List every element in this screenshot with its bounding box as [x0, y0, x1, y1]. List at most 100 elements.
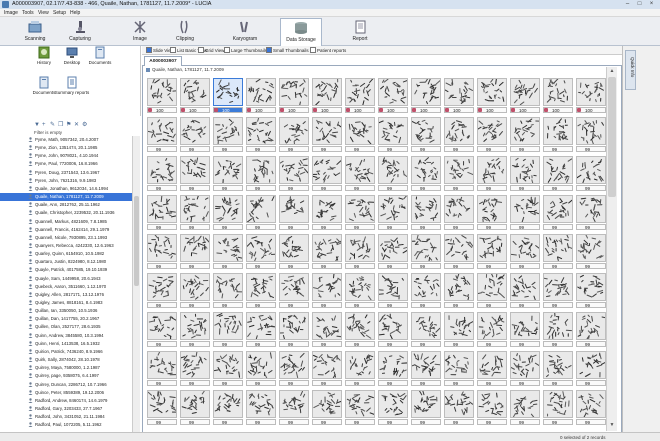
- checkbox[interactable]: [170, 47, 176, 53]
- filter-edit-icon[interactable]: ✎: [50, 122, 56, 128]
- tab-clipping[interactable]: Clipping: [165, 18, 205, 44]
- patient-row[interactable]: Radford, Gary, 3203433, 27.7.1967: [0, 405, 132, 413]
- menu-setup[interactable]: Setup: [53, 10, 66, 16]
- person-icon: [28, 235, 33, 240]
- scroll-up-icon[interactable]: ▲: [608, 68, 616, 74]
- metaphase-thumbnail: [180, 156, 210, 184]
- patient-row[interactable]: Pyme, Zion, 1351474, 20.1.1985: [0, 144, 132, 152]
- scroll-down-icon[interactable]: ▼: [608, 422, 616, 428]
- scroll-thumb[interactable]: [134, 196, 139, 286]
- menu-view[interactable]: View: [38, 10, 49, 16]
- patient-row[interactable]: Quaile, Ann, 2812762, 25.11.1962: [0, 201, 132, 209]
- patient-row[interactable]: Radford, Andrew, 8460174, 14.6.1979: [0, 397, 132, 405]
- patient-reports-option[interactable]: Patient reports: [310, 47, 346, 53]
- patient-row[interactable]: Quigley, Allen, 2817171, 13.12.1976: [0, 291, 132, 299]
- chromosome-spread: [280, 274, 308, 300]
- large-thumbnails-option[interactable]: Large Thumbnails: [224, 47, 267, 53]
- flag-icon: [247, 108, 251, 112]
- metaphase-thumbnail: [477, 351, 507, 379]
- patient-row[interactable]: Quillan, Dan, 1417755, 20.2.1967: [0, 315, 132, 323]
- checkbox[interactable]: [266, 47, 272, 53]
- patient-row[interactable]: Quaile, Jonathan, 9612034, 14.6.1994: [0, 185, 132, 193]
- case-tab[interactable]: A000003907: [144, 56, 182, 66]
- menu-tools[interactable]: Tools: [22, 10, 34, 16]
- patient-row[interactable]: Quirion, Patrick, 7436240, 8.9.1966: [0, 348, 132, 356]
- filter-clear-icon[interactable]: ✕: [74, 122, 80, 128]
- grid-scrollbar[interactable]: ▲ ▼: [606, 67, 617, 431]
- tab-report[interactable]: Report: [340, 18, 380, 44]
- minimize-icon[interactable]: –: [623, 1, 632, 8]
- checkbox[interactable]: [224, 47, 230, 53]
- patient-row[interactable]: Quince, Peter, 8559389, 19.12.2006: [0, 389, 132, 397]
- scroll-thumb[interactable]: [608, 77, 616, 197]
- quick-info-tab[interactable]: Quick Info: [625, 50, 636, 90]
- metaphase-thumbnail: [246, 351, 276, 379]
- filter-settings-icon[interactable]: ⚙: [82, 122, 88, 128]
- patient-row[interactable]: Quirrey, page, 9358075, 6.4.1997: [0, 372, 132, 380]
- patient-row[interactable]: Quirrey, Duncan, 2286712, 10.7.1966: [0, 381, 132, 389]
- patient-row[interactable]: Pyren, John, 7621316, 9.9.1983: [0, 177, 132, 185]
- patient-row[interactable]: Pyme, John, 9078021, 4.10.1944: [0, 152, 132, 160]
- patient-list[interactable]: Pyme, Math, 9057342, 20.4.2007Pyme, Zion…: [0, 136, 132, 432]
- option-label: Grid View: [205, 48, 224, 53]
- tab-image[interactable]: Image: [120, 18, 160, 44]
- metaphase-thumbnail: [345, 117, 375, 145]
- patient-row[interactable]: Quillan, Ian, 3350050, 10.5.1936: [0, 307, 132, 315]
- summary-reports-button[interactable]: Summary reports: [56, 76, 88, 102]
- thumbnail-score: 99: [345, 419, 375, 425]
- chromosome-spread: [445, 157, 473, 183]
- documents-button[interactable]: Documents: [84, 46, 116, 72]
- filter-tag-icon[interactable]: ⚑: [66, 122, 72, 128]
- patient-row[interactable]: Quirrey, Maya, 7580000, 1.2.1987: [0, 364, 132, 372]
- patient-row[interactable]: Quebeck, Aaron, 3511660, 1.12.1970: [0, 283, 132, 291]
- patient-row[interactable]: Quillen, Olan, 2527177, 28.6.1935: [0, 323, 132, 331]
- metaphase-thumbnail: [147, 78, 177, 106]
- quick-info-panel: Quick Info: [622, 46, 660, 432]
- person-icon: [28, 170, 33, 175]
- menu-help[interactable]: Help: [70, 10, 80, 16]
- patient-row[interactable]: Quannell, Nicole, 7930895, 23.1.1993: [0, 234, 132, 242]
- patient-row[interactable]: Quinn, Andrew, 3845580, 10.3.1994: [0, 332, 132, 340]
- checkbox[interactable]: [146, 47, 152, 53]
- patient-row[interactable]: Quinn, Henri, 1413538, 16.5.1932: [0, 340, 132, 348]
- thumbnail-score: 99: [543, 302, 573, 308]
- filter-icon[interactable]: ▼: [34, 122, 40, 128]
- patient-row[interactable]: Quaile, Nathan, 1781127, 11.7.2009: [0, 193, 132, 201]
- maximize-icon[interactable]: □: [635, 1, 644, 8]
- patient-row[interactable]: Quannell, Markus, 4821609, 7.8.1985: [0, 218, 132, 226]
- chromosome-spread: [445, 391, 473, 417]
- filter-copy-icon[interactable]: ❐: [58, 122, 64, 128]
- patient-row[interactable]: Quaile, Christopher, 2239532, 20.11.1936: [0, 209, 132, 217]
- close-icon[interactable]: ×: [647, 1, 656, 8]
- patient-row[interactable]: Quanyers, Rebecca, 4242330, 12.6.1963: [0, 242, 132, 250]
- checkbox[interactable]: [310, 47, 316, 53]
- filter-add-icon[interactable]: +: [42, 122, 48, 128]
- patient-row[interactable]: Pyme, Paul, 7720006, 16.8.1966: [0, 160, 132, 168]
- flag-icon: [280, 108, 284, 112]
- tab-karyogram[interactable]: Karyogram: [225, 18, 265, 44]
- tab-scanning[interactable]: Scanning: [15, 18, 55, 44]
- patient-name: Quirrey, Maya, 7580000, 1.2.1987: [35, 365, 100, 370]
- menu-image[interactable]: Image: [4, 10, 18, 16]
- thumbnail-score: 99: [510, 302, 540, 308]
- patient-row[interactable]: Pyme, Math, 9057342, 20.4.2007: [0, 136, 132, 144]
- chromosome-spread: [445, 352, 473, 378]
- patient-row[interactable]: Quayle, Sam, 1449958, 20.6.1943: [0, 275, 132, 283]
- patient-row[interactable]: Quarley, Quinn, 6154910, 10.5.1982: [0, 250, 132, 258]
- patient-row[interactable]: Quartaro, Justin, 8224980, 8.12.1980: [0, 258, 132, 266]
- tab-capturing[interactable]: Capturing: [60, 18, 100, 44]
- chromosome-spread: [313, 313, 341, 339]
- patient-row[interactable]: Quannell, Francis, 4162414, 29.1.1979: [0, 226, 132, 234]
- tab-data-storage[interactable]: Data Storage: [280, 18, 322, 46]
- patient-row[interactable]: Quigley, James, 8818161, 8.4.1983: [0, 299, 132, 307]
- patient-row[interactable]: Radford, John, 3431052, 21.11.1984: [0, 413, 132, 421]
- checkbox[interactable]: [198, 47, 204, 53]
- thumbnail-score: 99: [147, 146, 177, 152]
- patient-row[interactable]: Radford, Paul, 1072205, 5.11.1962: [0, 421, 132, 429]
- patient-row[interactable]: Pyren, Doug, 2371543, 13.6.1967: [0, 169, 132, 177]
- patient-list-scrollbar[interactable]: [132, 136, 140, 432]
- patient-row[interactable]: Quirk, Sally, 2874042, 28.10.1978: [0, 356, 132, 364]
- patient-row[interactable]: Quayle, Patrick, 4017585, 19.10.1939: [0, 266, 132, 274]
- small-thumbnails-option[interactable]: Small Thumbnails: [266, 47, 309, 53]
- view-grid-option[interactable]: Grid View: [198, 47, 224, 53]
